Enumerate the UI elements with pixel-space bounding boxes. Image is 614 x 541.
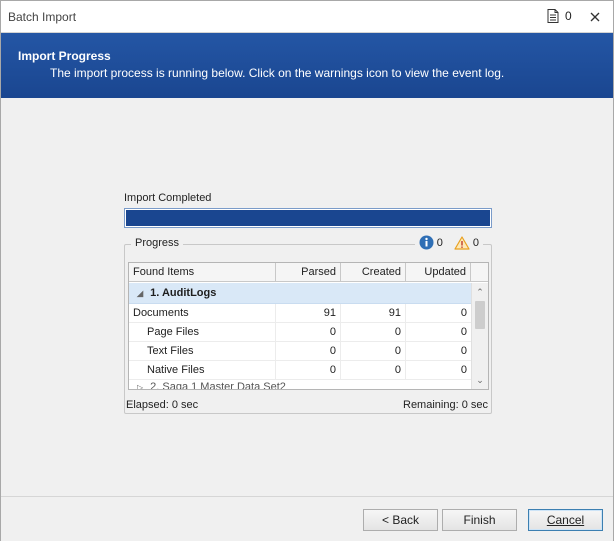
parsed-value: 0 [276,361,341,379]
header-banner: Import Progress The import process is ru… [1,33,613,98]
log-count: 0 [565,9,572,23]
elapsed-time: Elapsed: 0 sec [126,399,199,411]
group-row-saga[interactable]: ▷ 2. Saga 1 Master Data Set2 [129,380,471,390]
parsed-value: 0 [276,342,341,360]
document-log-icon [547,9,559,23]
row-label: Text Files [129,342,276,360]
table-row[interactable]: Text Files 0 0 0 [129,342,471,361]
event-counts: 0 0 [414,235,483,250]
collapse-icon[interactable]: ◢ [137,289,143,298]
import-progress-bar [124,208,492,228]
updated-value: 0 [460,307,467,319]
info-count: 0 [436,236,443,249]
scroll-down-icon[interactable]: ⌄ [472,373,488,387]
remaining-time: Remaining: 0 sec [403,399,488,411]
cancel-button[interactable]: Cancel [528,509,603,531]
expand-icon[interactable]: ▷ [137,383,143,390]
progress-legend: Progress [131,237,184,249]
table-row[interactable]: Native Files 0 0 0 [129,361,471,380]
group-row-auditlogs[interactable]: ◢ 1. AuditLogs [129,283,471,304]
created-value: 0 [341,361,406,379]
close-button[interactable] [587,9,603,25]
scroll-thumb[interactable] [475,301,485,329]
column-header-parsed[interactable]: Parsed [276,263,341,282]
created-value: 91 [341,304,406,322]
column-header-spacer [471,263,488,282]
row-label: Page Files [129,323,276,341]
finish-button[interactable]: Finish [442,509,517,531]
status-label: Import Completed [124,192,212,204]
batch-import-window: Batch Import 0 Import Progress The impor… [0,0,614,541]
warning-icon[interactable] [454,235,470,250]
row-label: Native Files [129,361,276,379]
close-icon [590,12,600,22]
window-title: Batch Import [8,10,77,24]
group-name: 2. Saga 1 Master Data Set2 [150,381,286,390]
row-label: Documents [129,304,276,322]
scroll-up-icon[interactable]: ⌃ [472,285,488,299]
dialog-footer: < Back Finish Cancel [1,496,613,541]
table-row[interactable]: Documents 91 91 0 [129,304,471,323]
group-name: 1. AuditLogs [150,287,217,299]
title-bar: Batch Import 0 [1,1,613,33]
updated-value: 0 [460,364,467,376]
event-log-button[interactable]: 0 [547,9,572,23]
grid-body: ◢ 1. AuditLogs Documents 91 91 0 Page Fi… [129,283,471,390]
back-button[interactable]: < Back [363,509,438,531]
banner-heading: Import Progress [18,49,111,63]
created-value: 0 [341,323,406,341]
import-results-grid: Found Items Parsed Created Updated ◢ 1. … [128,262,489,390]
parsed-value: 0 [276,323,341,341]
column-header-found-items[interactable]: Found Items [129,263,276,282]
column-header-created[interactable]: Created [341,263,406,282]
grid-header: Found Items Parsed Created Updated [129,263,488,282]
updated-value: 0 [460,326,467,338]
cancel-label: Cancel [546,513,585,527]
info-icon[interactable] [419,235,434,250]
warning-count: 0 [472,236,479,249]
banner-subtitle: The import process is running below. Cli… [50,66,505,80]
column-header-updated[interactable]: Updated [406,263,471,282]
parsed-value: 91 [276,304,341,322]
created-value: 0 [341,342,406,360]
progress-fill [126,210,490,226]
updated-value: 0 [460,345,467,357]
vertical-scrollbar[interactable]: ⌃ ⌄ [471,283,488,389]
table-row[interactable]: Page Files 0 0 0 [129,323,471,342]
